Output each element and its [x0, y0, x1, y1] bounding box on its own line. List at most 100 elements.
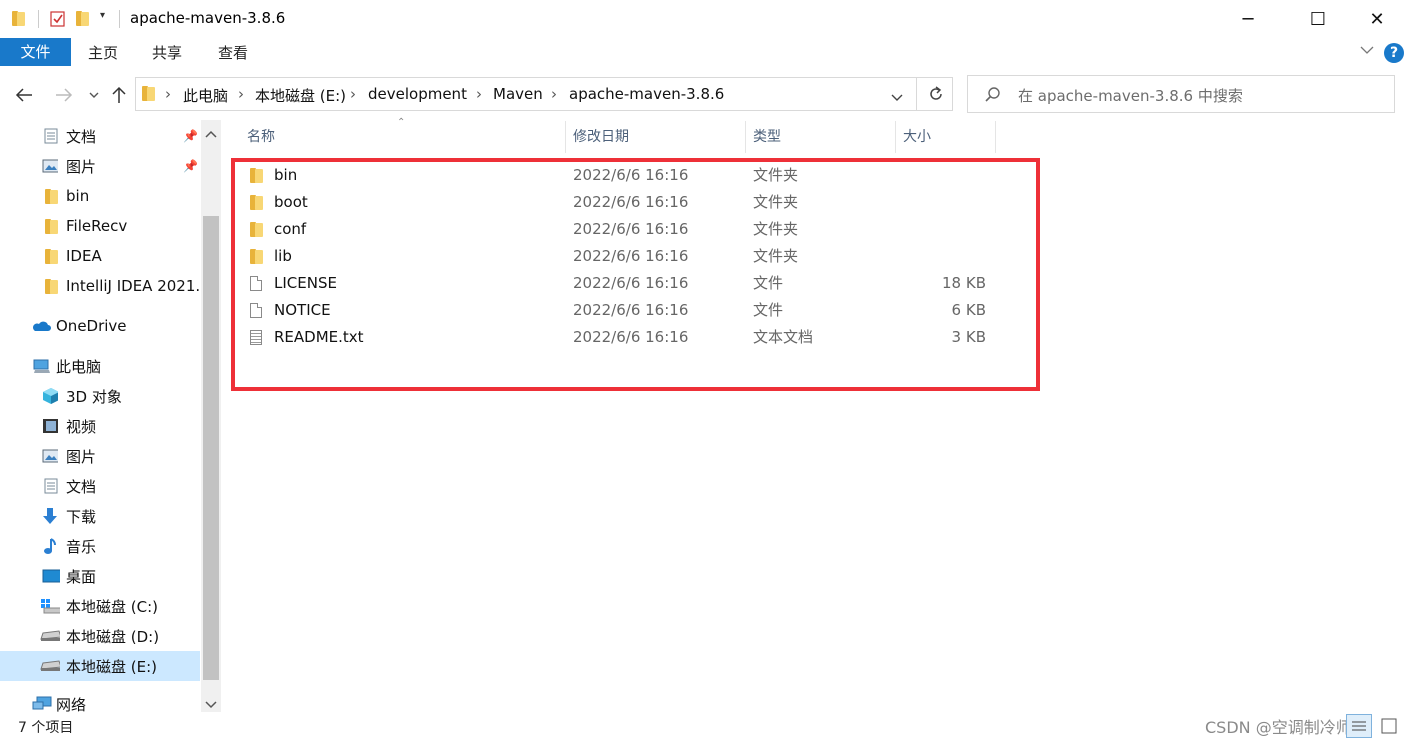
sidebar-item-label: 图片	[66, 447, 97, 466]
column-divider[interactable]	[895, 121, 896, 153]
divider	[119, 10, 120, 28]
folder-icon	[43, 218, 59, 234]
details-view-button[interactable]	[1346, 714, 1372, 738]
sidebar-item-videos[interactable]: 视频	[0, 411, 200, 441]
documents-icon	[43, 478, 59, 494]
breadcrumb-separator[interactable]: ›	[238, 85, 244, 103]
breadcrumb-development[interactable]: development	[368, 85, 467, 103]
breadcrumb-apache-maven[interactable]: apache-maven-3.8.6	[569, 85, 724, 103]
maximize-button[interactable]: ☐	[1295, 0, 1341, 38]
back-arrow-icon[interactable]	[12, 83, 36, 107]
pin-icon[interactable]: 📌	[183, 129, 198, 143]
sidebar-item-label: FileRecv	[66, 217, 128, 235]
sidebar-item-onedrive[interactable]: OneDrive	[0, 311, 200, 341]
sidebar-item-documents[interactable]: 文档 📌	[0, 121, 200, 151]
column-divider[interactable]	[995, 121, 996, 153]
tab-view[interactable]: 查看	[218, 40, 248, 66]
recent-locations-icon[interactable]	[82, 83, 106, 107]
title-bar: ▾ apache-maven-3.8.6 ─ ☐ ✕	[0, 0, 1408, 38]
sidebar-item-label: IDEA	[66, 247, 102, 265]
breadcrumb-maven[interactable]: Maven	[493, 85, 543, 103]
sidebar-item-label: OneDrive	[56, 317, 127, 335]
minimize-button[interactable]: ─	[1225, 0, 1271, 38]
sidebar-item-idea[interactable]: IDEA	[0, 241, 200, 271]
large-icons-view-button[interactable]	[1378, 716, 1400, 736]
sidebar-item-pictures-pc[interactable]: 图片	[0, 441, 200, 471]
breadcrumb-separator[interactable]: ›	[165, 85, 171, 103]
pictures-icon	[42, 448, 58, 464]
column-header-size[interactable]: 大小	[903, 120, 931, 154]
sidebar-item-label: 本地磁盘 (C:)	[66, 597, 158, 616]
sort-ascending-icon: ⌃	[397, 117, 406, 128]
column-divider[interactable]	[565, 121, 566, 153]
breadcrumb-separator[interactable]: ›	[476, 85, 482, 103]
sidebar-item-label: 文档	[66, 477, 97, 496]
status-bar: 7 个项目 CSDN @空调制冷师傅	[0, 712, 1408, 742]
3d-objects-icon	[42, 388, 58, 404]
column-divider[interactable]	[745, 121, 746, 153]
sidebar-item-label: 图片	[66, 157, 97, 176]
expand-ribbon-icon[interactable]	[1359, 42, 1375, 62]
drive-icon	[40, 658, 60, 674]
tab-home[interactable]: 主页	[88, 40, 118, 66]
sidebar-item-drive-c[interactable]: 本地磁盘 (C:)	[0, 591, 200, 621]
sidebar-item-label: 3D 对象	[66, 387, 122, 406]
sidebar-item-label: bin	[66, 187, 90, 205]
music-icon	[42, 538, 58, 554]
window-title: apache-maven-3.8.6	[130, 9, 286, 27]
network-icon	[32, 696, 52, 712]
sidebar-item-label: 音乐	[66, 537, 97, 556]
help-icon[interactable]: ?	[1384, 43, 1404, 63]
tab-share[interactable]: 共享	[152, 40, 182, 66]
sidebar-item-label: 文档	[66, 127, 97, 146]
tab-file[interactable]: 文件	[0, 38, 71, 66]
search-input[interactable]: 在 apache-maven-3.8.6 中搜索	[1018, 85, 1243, 106]
new-folder-icon[interactable]	[76, 11, 89, 30]
sidebar-item-intellij[interactable]: IntelliJ IDEA 2021.3	[0, 271, 200, 301]
scrollbar-thumb[interactable]	[203, 216, 219, 680]
sidebar-item-label: 下载	[66, 507, 97, 526]
sidebar-item-bin[interactable]: bin	[0, 181, 200, 211]
item-count: 7 个项目	[18, 720, 74, 736]
scroll-up-icon[interactable]	[204, 125, 218, 143]
sidebar-item-music[interactable]: 音乐	[0, 531, 200, 561]
this-pc-icon	[33, 358, 51, 374]
drive-c-icon	[40, 598, 60, 614]
sidebar-item-3d-objects[interactable]: 3D 对象	[0, 381, 200, 411]
sidebar-item-drive-d[interactable]: 本地磁盘 (D:)	[0, 621, 200, 651]
sidebar-item-drive-e[interactable]: 本地磁盘 (E:)	[0, 651, 200, 681]
breadcrumb-separator[interactable]: ›	[350, 85, 356, 103]
customize-toolbar-icon[interactable]: ▾	[100, 10, 105, 21]
sidebar-item-desktop[interactable]: 桌面	[0, 561, 200, 591]
sidebar-item-filerecv[interactable]: FileRecv	[0, 211, 200, 241]
divider	[916, 77, 917, 111]
forward-arrow-icon[interactable]	[52, 83, 76, 107]
watermark: CSDN @空调制冷师傅	[1205, 718, 1368, 737]
breadcrumb-separator[interactable]: ›	[551, 85, 557, 103]
sidebar-item-label: 桌面	[66, 567, 97, 586]
onedrive-icon	[31, 318, 51, 334]
column-header-modified[interactable]: 修改日期	[573, 120, 629, 154]
column-header-type[interactable]: 类型	[753, 120, 781, 154]
up-arrow-icon[interactable]	[107, 83, 131, 107]
folder-icon	[43, 188, 59, 204]
sidebar-item-downloads[interactable]: 下载	[0, 501, 200, 531]
pin-icon[interactable]: 📌	[183, 159, 198, 173]
documents-icon	[43, 128, 59, 144]
refresh-icon[interactable]	[927, 85, 945, 107]
address-dropdown-icon[interactable]	[890, 89, 904, 107]
sidebar-item-label: 本地磁盘 (E:)	[66, 657, 158, 676]
sidebar-item-this-pc[interactable]: 此电脑	[0, 351, 200, 381]
breadcrumb-this-pc[interactable]: 此电脑	[183, 85, 228, 106]
column-header-name[interactable]: 名称	[247, 120, 275, 154]
properties-icon[interactable]	[50, 9, 66, 31]
drive-icon	[40, 628, 60, 644]
breadcrumb-drive-e[interactable]: 本地磁盘 (E:)	[255, 85, 346, 106]
close-button[interactable]: ✕	[1354, 0, 1400, 38]
ribbon-tabs	[0, 38, 1408, 69]
videos-icon	[42, 418, 58, 434]
sidebar-item-documents-pc[interactable]: 文档	[0, 471, 200, 501]
pictures-icon	[42, 158, 58, 174]
search-icon	[984, 86, 1002, 108]
sidebar-item-pictures[interactable]: 图片 📌	[0, 151, 200, 181]
